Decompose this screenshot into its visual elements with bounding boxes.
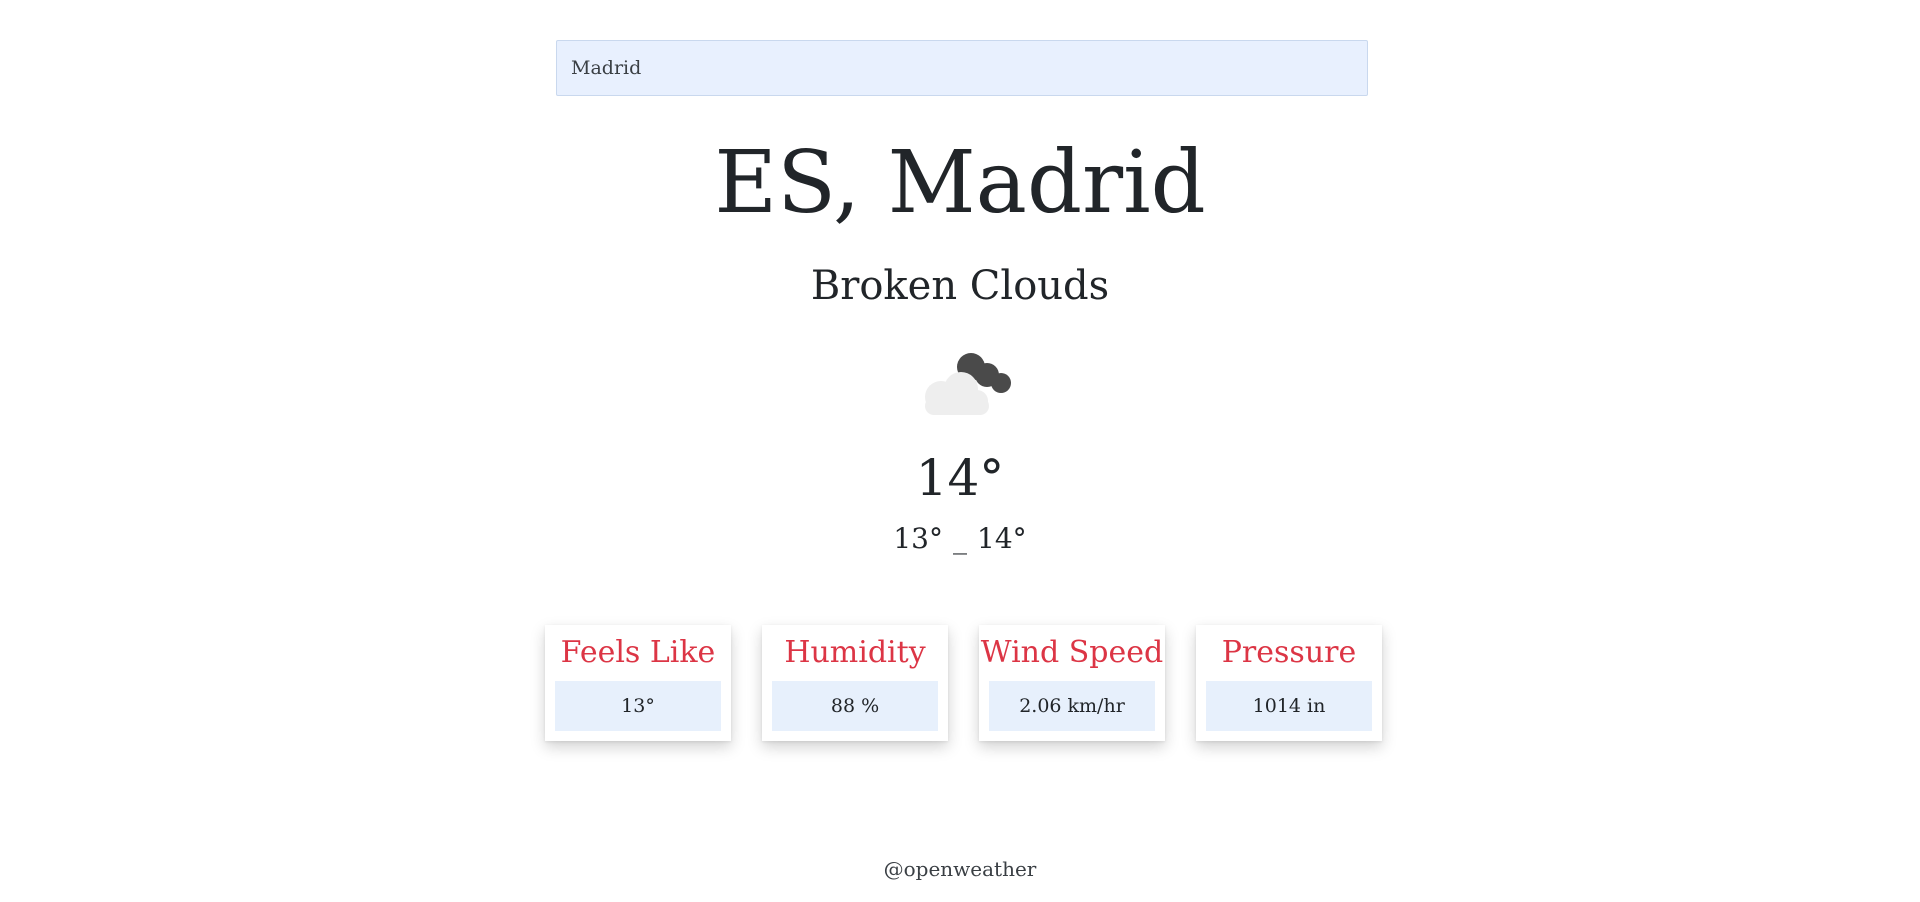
current-temperature: 14° [915, 449, 1005, 507]
weather-details: Feels Like 13° Humidity 88 % Wind Speed … [545, 625, 1385, 741]
temperature-max: 14° [977, 522, 1027, 555]
footer-credit: @openweather [883, 857, 1037, 881]
card-title: Feels Like [560, 635, 716, 670]
card-value: 13° [555, 681, 721, 731]
location-title: ES, Madrid [714, 133, 1206, 233]
broken-clouds-icon [925, 353, 1011, 415]
temperature-range: 13° _ 14° [0, 519, 1920, 559]
pressure-card: Pressure 1014 in [1196, 625, 1382, 741]
weather-description: Broken Clouds [810, 263, 1110, 309]
card-value: 2.06 km/hr [989, 681, 1155, 731]
card-title: Humidity [784, 635, 926, 670]
humidity-card: Humidity 88 % [762, 625, 948, 741]
range-separator: _ [953, 522, 967, 555]
temperature-min: 13° [893, 522, 943, 555]
weather-app: ES, Madrid Broken Clouds 14° 13° _ 14° Fee… [0, 0, 1920, 902]
wind-speed-card: Wind Speed 2.06 km/hr [979, 625, 1165, 741]
card-title: Wind Speed [980, 635, 1164, 670]
card-value: 88 % [772, 681, 938, 731]
city-search-input[interactable] [556, 40, 1368, 96]
card-value: 1014 in [1206, 681, 1372, 731]
card-title: Pressure [1221, 635, 1357, 670]
feels-like-card: Feels Like 13° [545, 625, 731, 741]
